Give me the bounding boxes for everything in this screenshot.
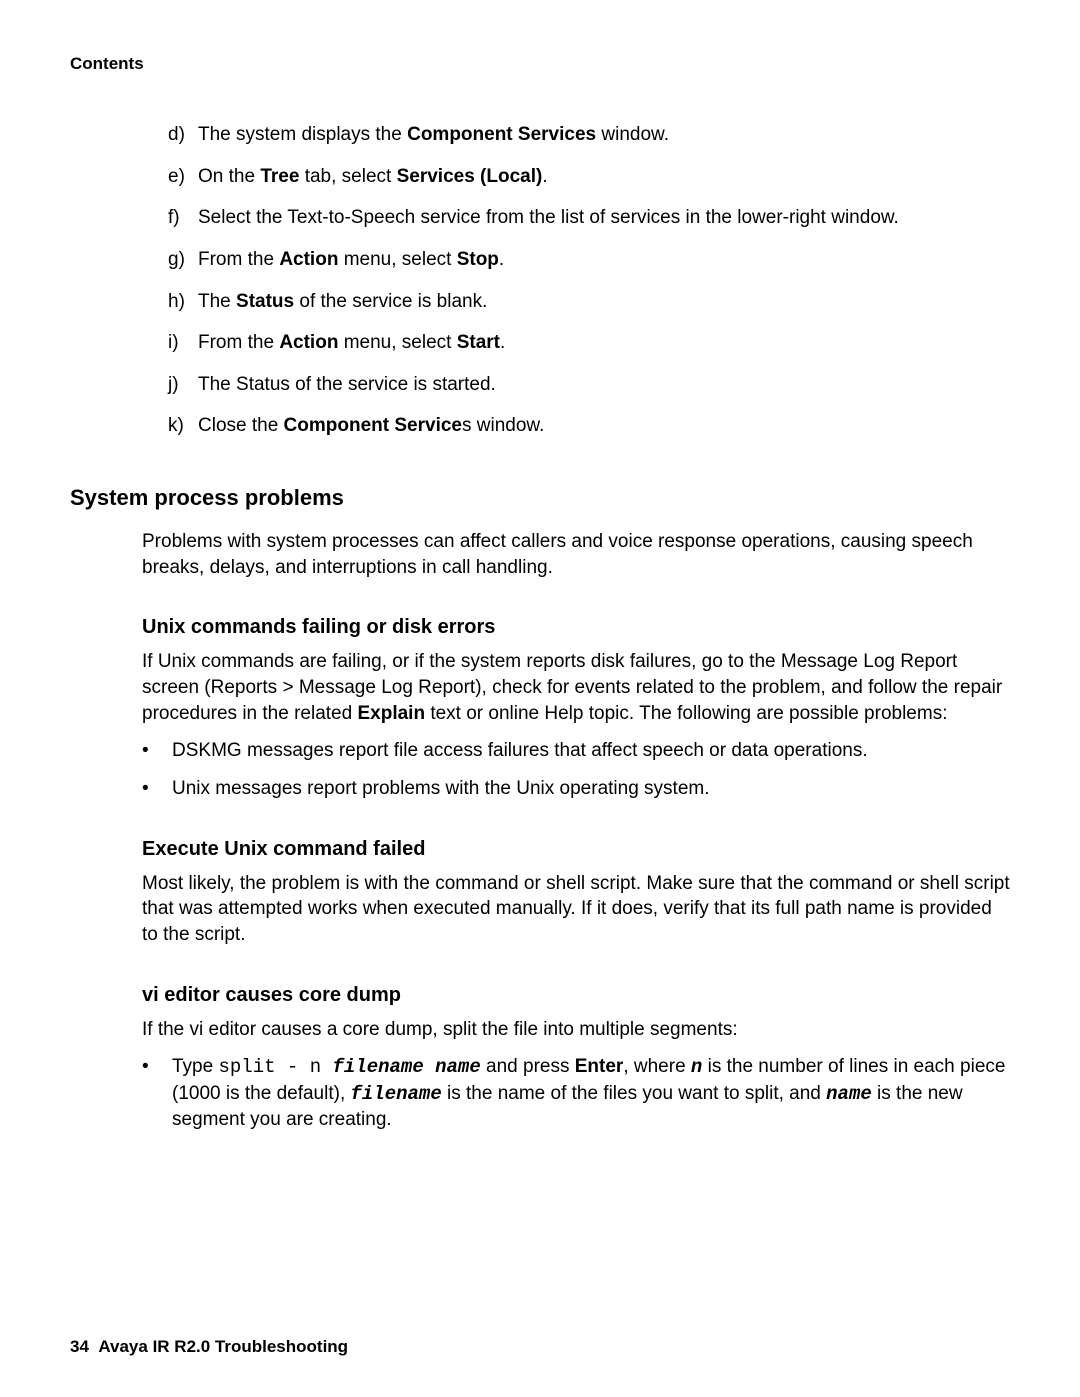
heading-unix-commands-failing: Unix commands failing or disk errors [142,616,1010,639]
list-text: The Status of the service is started. [198,372,1010,398]
mono-italic-text: filename [351,1083,442,1105]
bullet-text: Unix messages report problems with the U… [172,776,1010,802]
bullet-list: • Type split - n filename name and press… [142,1054,1010,1133]
heading-execute-unix-command-failed: Execute Unix command failed [142,838,1010,861]
bullet-item: • Type split - n filename name and press… [142,1054,1010,1133]
text-segment: The system displays the [198,124,407,145]
text-segment: window. [596,124,669,145]
page-number: 34 [70,1337,89,1356]
bullet-item: • Unix messages report problems with the… [142,776,1010,802]
text-segment: The [198,291,236,312]
list-item-i: i) From the Action menu, select Start. [168,330,1010,356]
text-segment: From the [198,332,279,353]
text-segment: s window. [462,415,544,436]
list-item-h: h) The Status of the service is blank. [168,289,1010,315]
list-text: The system displays the Component Servic… [198,122,1010,148]
list-item-f: f) Select the Text-to-Speech service fro… [168,205,1010,231]
text-segment: tab, select [299,166,396,187]
list-text: From the Action menu, select Start. [198,330,1010,356]
list-text: From the Action menu, select Stop. [198,247,1010,273]
bold-text: Component Services [407,124,596,145]
text-segment: and press [481,1056,575,1077]
paragraph: If Unix commands are failing, or if the … [142,649,1010,726]
mono-italic-text: filename name [333,1056,481,1078]
mono-italic-text: name [826,1083,872,1105]
text-segment: text or online Help topic. The following… [425,703,947,724]
bold-text: Enter [575,1056,624,1077]
text-segment: . [500,332,505,353]
bullet-dot-icon: • [142,776,172,802]
text-segment: menu, select [338,332,456,353]
list-marker: j) [168,372,198,398]
list-marker: i) [168,330,198,356]
bold-text: Component Service [284,415,462,436]
bullet-dot-icon: • [142,738,172,764]
bold-text: Stop [457,249,499,270]
list-marker: d) [168,122,198,148]
list-item-e: e) On the Tree tab, select Services (Loc… [168,164,1010,190]
list-marker: e) [168,164,198,190]
paragraph: Most likely, the problem is with the com… [142,871,1010,948]
bullet-text: Type split - n filename name and press E… [172,1054,1010,1133]
list-text: Close the Component Services window. [198,413,1010,439]
mono-italic-text: n [691,1056,702,1078]
ordered-list: d) The system displays the Component Ser… [168,122,1010,439]
list-marker: f) [168,205,198,231]
heading-vi-editor-core-dump: vi editor causes core dump [142,984,1010,1007]
list-marker: g) [168,247,198,273]
text-segment: menu, select [338,249,456,270]
text-segment: . [542,166,547,187]
contents-header: Contents [70,54,1010,74]
list-text: On the Tree tab, select Services (Local)… [198,164,1010,190]
text-segment: Type [172,1056,218,1077]
bold-text: Status [236,291,294,312]
text-segment: On the [198,166,260,187]
mono-text: split - n [218,1056,332,1078]
list-marker: h) [168,289,198,315]
bullet-list: • DSKMG messages report file access fail… [142,738,1010,801]
bullet-dot-icon: • [142,1054,172,1133]
bold-text: Explain [357,703,425,724]
text-segment: From the [198,249,279,270]
list-item-g: g) From the Action menu, select Stop. [168,247,1010,273]
list-item-d: d) The system displays the Component Ser… [168,122,1010,148]
page-footer: 34 Avaya IR R2.0 Troubleshooting [70,1337,348,1357]
list-text: The Status of the service is blank. [198,289,1010,315]
heading-system-process-problems: System process problems [70,485,1010,511]
bullet-item: • DSKMG messages report file access fail… [142,738,1010,764]
text-segment: of the service is blank. [294,291,487,312]
list-text: Select the Text-to-Speech service from t… [198,205,1010,231]
paragraph: If the vi editor causes a core dump, spl… [142,1017,1010,1043]
text-segment: Close the [198,415,284,436]
bold-text: Action [279,249,338,270]
bold-text: Tree [260,166,299,187]
paragraph: Problems with system processes can affec… [142,529,1010,580]
text-segment: . [499,249,504,270]
bullet-text: DSKMG messages report file access failur… [172,738,1010,764]
document-page: Contents d) The system displays the Comp… [0,0,1080,1397]
bold-text: Action [279,332,338,353]
list-marker: k) [168,413,198,439]
text-segment: is the name of the files you want to spl… [442,1083,826,1104]
list-item-j: j) The Status of the service is started. [168,372,1010,398]
bold-text: Start [457,332,500,353]
list-item-k: k) Close the Component Services window. [168,413,1010,439]
footer-title: Avaya IR R2.0 Troubleshooting [98,1337,348,1356]
text-segment: , where [623,1056,691,1077]
bold-text: Services (Local) [397,166,543,187]
